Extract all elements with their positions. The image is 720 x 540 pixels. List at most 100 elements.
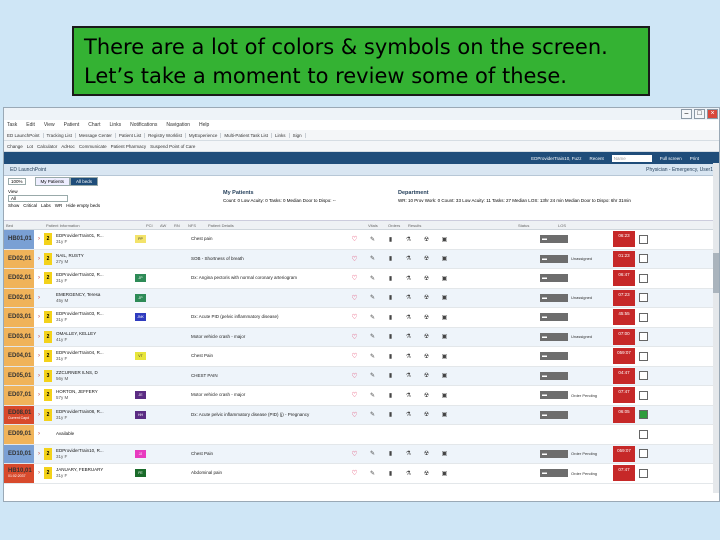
provider-tag[interactable]: VT <box>135 352 146 361</box>
pencil-icon[interactable]: ✎ <box>369 372 376 379</box>
expand-arrow-icon[interactable]: › <box>34 256 44 262</box>
expand-arrow-icon[interactable]: › <box>34 451 44 457</box>
menu-item-3[interactable]: Patient <box>64 122 80 128</box>
iv-icon[interactable]: ▮ <box>387 236 394 243</box>
filter-select[interactable]: Physician - Emergency, User1 <box>646 167 713 173</box>
flask-icon[interactable]: ⚗ <box>405 411 412 418</box>
toolbar-item-3[interactable]: Patient List <box>119 132 146 138</box>
iv-icon[interactable]: ▮ <box>387 275 394 282</box>
expand-arrow-icon[interactable]: › <box>34 353 44 359</box>
flask-icon[interactable]: ⚗ <box>405 353 412 360</box>
table-row[interactable]: HB10,01 01:02:2037 › 2 JANUARY, FEBRUARY 31y … <box>4 464 719 484</box>
lock-icon[interactable]: ▣ <box>441 470 448 477</box>
iv-icon[interactable]: ▮ <box>387 392 394 399</box>
radiation-icon[interactable]: ☢ <box>423 411 430 418</box>
toolbar2-item-3[interactable]: AdHoc <box>61 144 75 149</box>
patient-info[interactable]: ZZCURNER ILNS, D 56y M <box>56 370 134 382</box>
flask-icon[interactable]: ⚗ <box>405 275 412 282</box>
toolbar2-item-1[interactable]: Lot <box>27 144 33 149</box>
lock-icon[interactable]: ▣ <box>441 372 448 379</box>
user-name[interactable]: EDProviderTrain10, Fuzz <box>531 156 581 161</box>
heart-icon[interactable]: ♡ <box>351 372 358 380</box>
row-checkbox[interactable] <box>639 390 648 400</box>
patient-name[interactable]: EDProviderTrain04, R... <box>56 350 104 355</box>
lock-icon[interactable]: ▣ <box>441 236 448 243</box>
expand-arrow-icon[interactable]: › <box>34 373 44 379</box>
bed-location[interactable]: ED03,01 <box>4 327 34 346</box>
table-row[interactable]: ED05,01 › 3 ZZCURNER ILNS, D 56y M CHEST PAIN… <box>4 366 719 386</box>
lock-icon[interactable]: ▣ <box>441 450 448 457</box>
table-row[interactable]: ED03,01 › 2 OMALLEY, KELLEY 41y F Motor vehic… <box>4 327 719 347</box>
toolbar-item-6[interactable]: Multi-Patient Task List <box>224 132 273 138</box>
column-header-8[interactable]: Vitals <box>366 223 386 228</box>
view-select[interactable]: All <box>8 195 68 202</box>
toolbar-item-5[interactable]: MyExperience <box>189 132 222 138</box>
bed-location[interactable]: ED02,01 <box>4 249 34 268</box>
toolbar2-item-6[interactable]: Suspend Point of Care <box>150 144 195 149</box>
patient-info[interactable]: EMERGENCY, Teresa 45y M <box>56 292 134 304</box>
menu-item-6[interactable]: Notifications <box>130 122 157 128</box>
iv-icon[interactable]: ▮ <box>387 333 394 340</box>
bed-location[interactable]: ED07,01 <box>4 386 34 405</box>
toolbar2-item-2[interactable]: Calculator <box>37 144 57 149</box>
bed-location[interactable]: ED10,01 <box>4 444 34 463</box>
flask-icon[interactable]: ⚗ <box>405 372 412 379</box>
pencil-icon[interactable]: ✎ <box>369 392 376 399</box>
lock-icon[interactable]: ▣ <box>441 353 448 360</box>
radiation-icon[interactable]: ☢ <box>423 333 430 340</box>
column-header-7[interactable]: Patient Details <box>206 223 366 228</box>
heart-icon[interactable]: ♡ <box>351 235 358 243</box>
bed-status-bar[interactable] <box>540 430 568 438</box>
provider-tag[interactable]: FE <box>135 469 146 478</box>
patient-info[interactable]: NAIL, RUSTY 27y M <box>56 253 134 265</box>
radiation-icon[interactable]: ☢ <box>423 450 430 457</box>
heart-icon[interactable]: ♡ <box>351 352 358 360</box>
iv-icon[interactable]: ▮ <box>387 294 394 301</box>
bed-location[interactable]: ED02,01 <box>4 288 34 307</box>
bed-status-bar[interactable]: ▬ <box>540 449 568 458</box>
patient-info[interactable]: OMALLEY, KELLEY 41y F <box>56 331 134 343</box>
expand-arrow-icon[interactable]: › <box>34 431 44 437</box>
bed-status-bar[interactable]: ▬ <box>540 332 568 341</box>
patient-info[interactable]: EDProviderTrain03, R... 31y F <box>56 311 134 323</box>
lock-icon[interactable]: ▣ <box>441 275 448 282</box>
pencil-icon[interactable]: ✎ <box>369 275 376 282</box>
iv-icon[interactable]: ▮ <box>387 372 394 379</box>
provider-tag[interactable]: PP <box>135 235 146 244</box>
bed-location[interactable]: ED02,01 <box>4 269 34 288</box>
zoom-select[interactable]: 100% <box>8 178 26 185</box>
expand-arrow-icon[interactable]: › <box>34 470 44 476</box>
patient-info[interactable]: EDProviderTrain04, R... 31y F <box>56 350 134 362</box>
toolbar2-item-4[interactable]: Communicate <box>79 144 107 149</box>
pencil-icon[interactable]: ✎ <box>369 294 376 301</box>
row-checkbox[interactable] <box>639 234 648 244</box>
pencil-icon[interactable]: ✎ <box>369 333 376 340</box>
pencil-icon[interactable]: ✎ <box>369 353 376 360</box>
radiation-icon[interactable]: ☢ <box>423 236 430 243</box>
bed-status-bar[interactable]: ▬ <box>540 469 568 478</box>
hide-empty-beds[interactable]: Hide empty beds <box>66 203 100 208</box>
patient-name[interactable]: EDProviderTrain02, R... <box>56 272 104 277</box>
lock-icon[interactable]: ▣ <box>441 255 448 262</box>
column-header-4[interactable]: AW <box>158 223 172 228</box>
table-row[interactable]: ED08,01 Current Capd › 2 EDProviderTrain08, … <box>4 405 719 425</box>
provider-tag[interactable]: JP <box>135 293 146 302</box>
patient-name[interactable]: EDProviderTrain01, R... <box>56 233 104 238</box>
table-row[interactable]: HB01,01 › 2 EDProviderTrain01, R... 31y F PP C… <box>4 230 719 250</box>
bed-location[interactable]: ED09,01 <box>4 425 34 444</box>
patient-info[interactable]: EDProviderTrain10, R... 31y F <box>56 448 134 460</box>
pencil-icon[interactable]: ✎ <box>369 314 376 321</box>
patient-info[interactable]: EDProviderTrain01, R... 31y F <box>56 233 134 245</box>
row-checkbox[interactable] <box>639 312 648 322</box>
expand-arrow-icon[interactable]: › <box>34 236 44 242</box>
bed-status-bar[interactable]: ▬ <box>540 313 568 322</box>
patient-name[interactable]: EDProviderTrain08, R... <box>56 409 104 414</box>
flask-icon[interactable]: ⚗ <box>405 333 412 340</box>
maximize-icon[interactable]: □ <box>694 109 705 119</box>
pencil-icon[interactable]: ✎ <box>369 450 376 457</box>
show-labs[interactable]: Labs <box>41 203 51 208</box>
toolbar-item-0[interactable]: ED LaunchPoint <box>7 132 44 138</box>
pencil-icon[interactable]: ✎ <box>369 411 376 418</box>
bed-status-bar[interactable]: ▬ <box>540 274 568 283</box>
radiation-icon[interactable]: ☢ <box>423 353 430 360</box>
